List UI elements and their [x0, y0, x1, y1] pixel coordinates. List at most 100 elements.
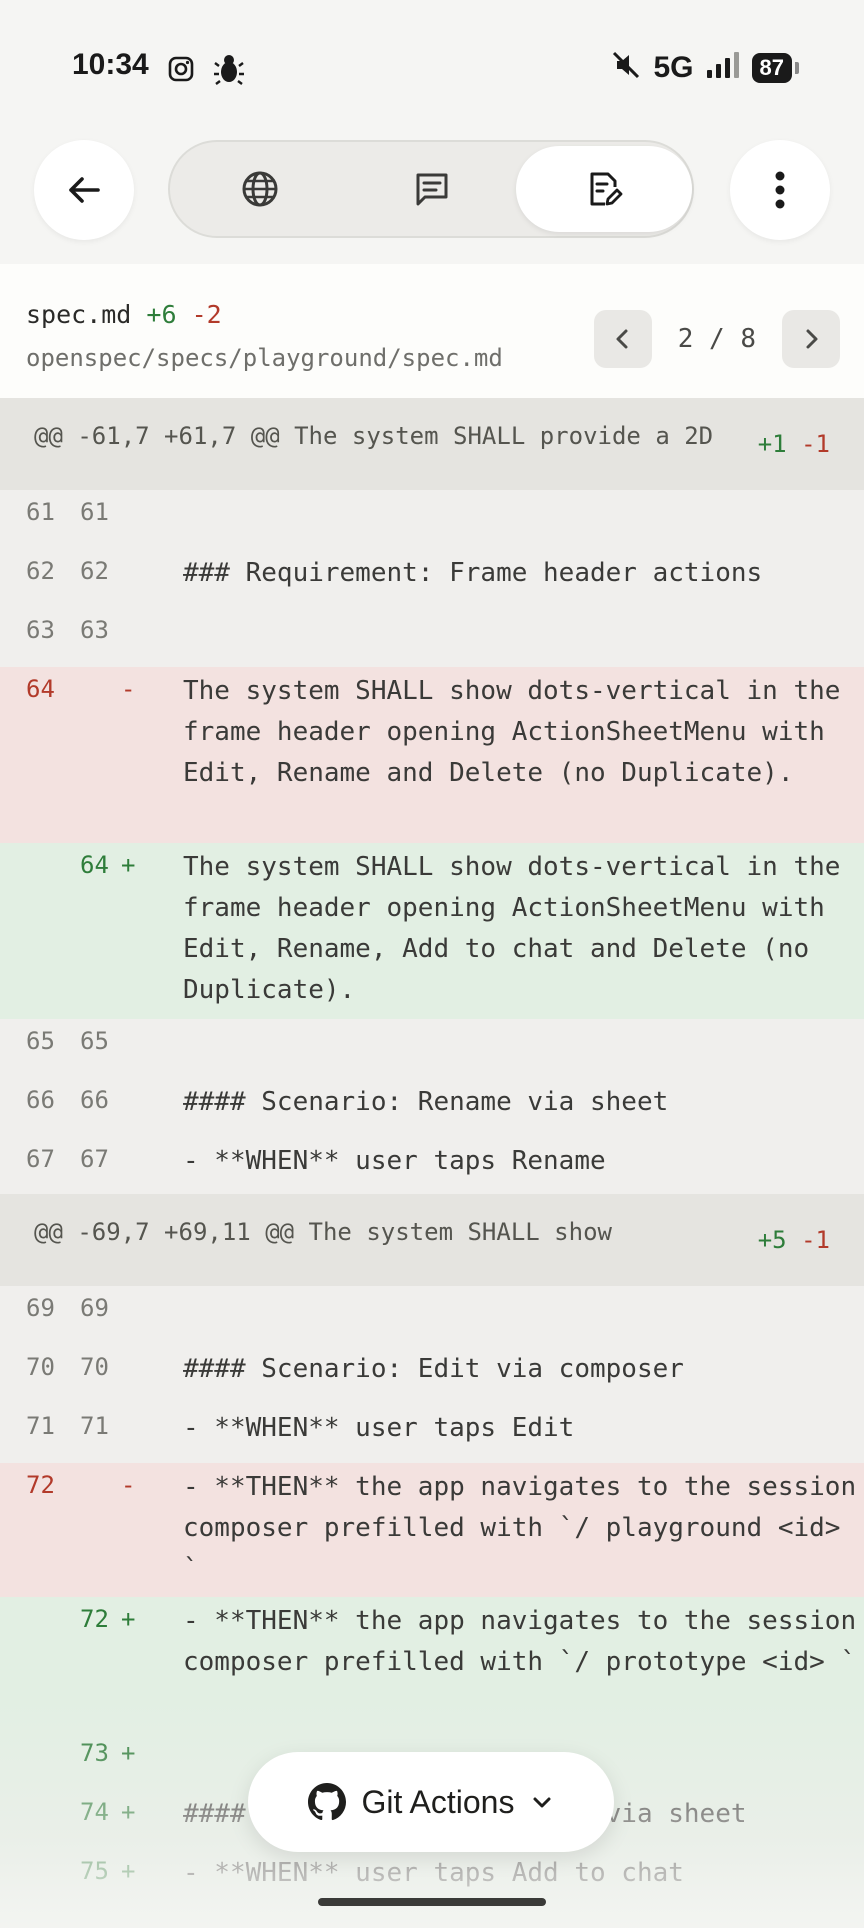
file-edit-icon	[590, 172, 623, 206]
line-text: - **THEN** the app navigates to the sess…	[183, 1606, 857, 1677]
old-line-number: 70	[26, 1353, 55, 1381]
tab-chat[interactable]	[344, 146, 520, 232]
hunk-deletions: -1	[801, 430, 830, 458]
top-toolbar	[0, 140, 864, 264]
file-header: spec.md +6 -2 openspec/specs/playground/…	[0, 264, 864, 398]
diff-line: 71 71 - **WHEN** user taps Edit	[0, 1404, 864, 1463]
more-options-button[interactable]	[730, 140, 830, 240]
diff-sign: +	[121, 1798, 136, 1826]
chevron-right-icon	[806, 329, 818, 349]
mute-icon	[611, 50, 641, 85]
battery-indicator: 87	[751, 52, 800, 83]
old-line-number: 64	[26, 675, 55, 703]
diff-line: 63 63	[0, 608, 864, 667]
hunk-header: @@ -61,7 +61,7 @@ The system SHALL provi…	[0, 398, 864, 490]
diff-sign: +	[121, 1605, 136, 1633]
new-line-number: 62	[80, 557, 109, 585]
back-button[interactable]	[34, 140, 134, 240]
diff-line-added: 72 + - **THEN** the app navigates to the…	[0, 1597, 864, 1731]
line-text: - **WHEN** user taps Add to chat	[183, 1858, 684, 1888]
diff-line: 67 67 - **WHEN** user taps Rename	[0, 1137, 864, 1194]
new-line-number: 66	[80, 1086, 109, 1114]
signal-icon	[706, 51, 740, 84]
new-line-number: 75	[80, 1857, 109, 1885]
diff-line: 66 66 #### Scenario: Rename via sheet	[0, 1078, 864, 1137]
diff-line: 62 62 ### Requirement: Frame header acti…	[0, 549, 864, 608]
hunk-header: @@ -69,7 +69,11 @@ The system SHALL show…	[0, 1194, 864, 1286]
status-bar: 10:34 5G 87	[0, 0, 864, 140]
file-title: spec.md +6 -2	[26, 300, 222, 329]
hunk-counts: +1 -1	[758, 430, 830, 458]
new-line-number: 73	[80, 1739, 109, 1767]
new-line-number: 72	[80, 1605, 109, 1633]
hunk-header-text: @@ -61,7 +61,7 @@ The system SHALL provi…	[34, 422, 714, 450]
line-text: - **THEN** the app navigates to the sess…	[183, 1472, 857, 1584]
next-file-button[interactable]	[782, 310, 840, 368]
hunk-additions: +5	[757, 1226, 787, 1254]
diff-line-removed: 72 - - **THEN** the app navigates to the…	[0, 1463, 864, 1597]
new-line-number: 70	[80, 1353, 109, 1381]
hunk-additions: +1	[757, 430, 787, 458]
diff-sign: +	[121, 1857, 136, 1885]
line-text: #### Scenario: Rename via sheet	[183, 1087, 669, 1117]
message-icon	[416, 173, 448, 206]
home-indicator[interactable]	[318, 1898, 546, 1906]
tab-diff[interactable]	[516, 146, 692, 232]
diff-line: 65 65	[0, 1019, 864, 1078]
new-line-number: 63	[80, 616, 109, 644]
network-label: 5G	[653, 50, 694, 84]
diff-line-removed: 64 - The system SHALL show dots-vertical…	[0, 667, 864, 843]
github-icon	[307, 1783, 346, 1821]
diff-sign: -	[121, 1471, 136, 1499]
chevron-down-icon	[533, 1797, 551, 1808]
line-text: - **WHEN** user taps Rename	[183, 1146, 606, 1176]
diff-line: 70 70 #### Scenario: Edit via composer	[0, 1345, 864, 1404]
view-mode-segmented-control	[168, 140, 694, 238]
file-path: openspec/specs/playground/spec.md	[26, 344, 503, 372]
old-line-number: 65	[26, 1027, 55, 1055]
hunk-header-text: @@ -69,7 +69,11 @@ The system SHALL show	[34, 1218, 612, 1246]
dots-vertical-icon	[775, 171, 785, 209]
new-line-number: 61	[80, 498, 109, 526]
prev-file-button[interactable]	[593, 310, 652, 368]
instagram-icon	[168, 56, 194, 82]
file-pager: 2 / 8	[593, 310, 840, 368]
line-text: ### Requirement: Frame header actions	[183, 558, 763, 588]
diff-line-added: 75 + - **WHEN** user taps Add to chat	[0, 1849, 864, 1928]
line-text: - **WHEN** user taps Edit	[183, 1413, 575, 1443]
git-actions-button[interactable]: Git Actions	[248, 1752, 614, 1852]
new-line-number: 71	[80, 1412, 109, 1440]
old-line-number: 72	[26, 1471, 55, 1499]
hunk-counts: +5 -1	[758, 1226, 830, 1254]
old-line-number: 69	[26, 1294, 55, 1322]
new-line-number: 74	[80, 1798, 109, 1826]
old-line-number: 62	[26, 557, 55, 585]
diff-line: 61 61	[0, 490, 864, 549]
file-additions: +6	[146, 300, 177, 329]
diff-sign: +	[121, 851, 136, 879]
pager-position: 2 / 8	[677, 324, 756, 354]
line-text: #### Scenario: Edit via composer	[183, 1354, 684, 1384]
file-name: spec.md	[26, 300, 132, 329]
old-line-number: 67	[26, 1145, 55, 1173]
file-deletions: -2	[191, 300, 222, 329]
line-text: The system SHALL show dots-vertical in t…	[183, 676, 857, 788]
diff-line: 69 69	[0, 1286, 864, 1345]
old-line-number: 71	[26, 1412, 55, 1440]
old-line-number: 63	[26, 616, 55, 644]
diff-sign: -	[121, 675, 136, 703]
new-line-number: 67	[80, 1145, 109, 1173]
globe-icon	[242, 171, 278, 207]
bug-icon	[214, 52, 244, 86]
hunk-deletions: -1	[801, 1226, 830, 1254]
chevron-left-icon	[616, 329, 628, 349]
new-line-number: 64	[80, 851, 109, 879]
status-indicators: 5G 87	[611, 50, 800, 85]
new-line-number: 69	[80, 1294, 109, 1322]
status-time: 10:34	[72, 48, 149, 81]
diff-line-added: 64 + The system SHALL show dots-vertical…	[0, 843, 864, 1019]
diff-sign: +	[121, 1739, 136, 1767]
tab-preview[interactable]	[172, 146, 348, 232]
old-line-number: 61	[26, 498, 55, 526]
git-actions-label: Git Actions	[361, 1783, 515, 1820]
